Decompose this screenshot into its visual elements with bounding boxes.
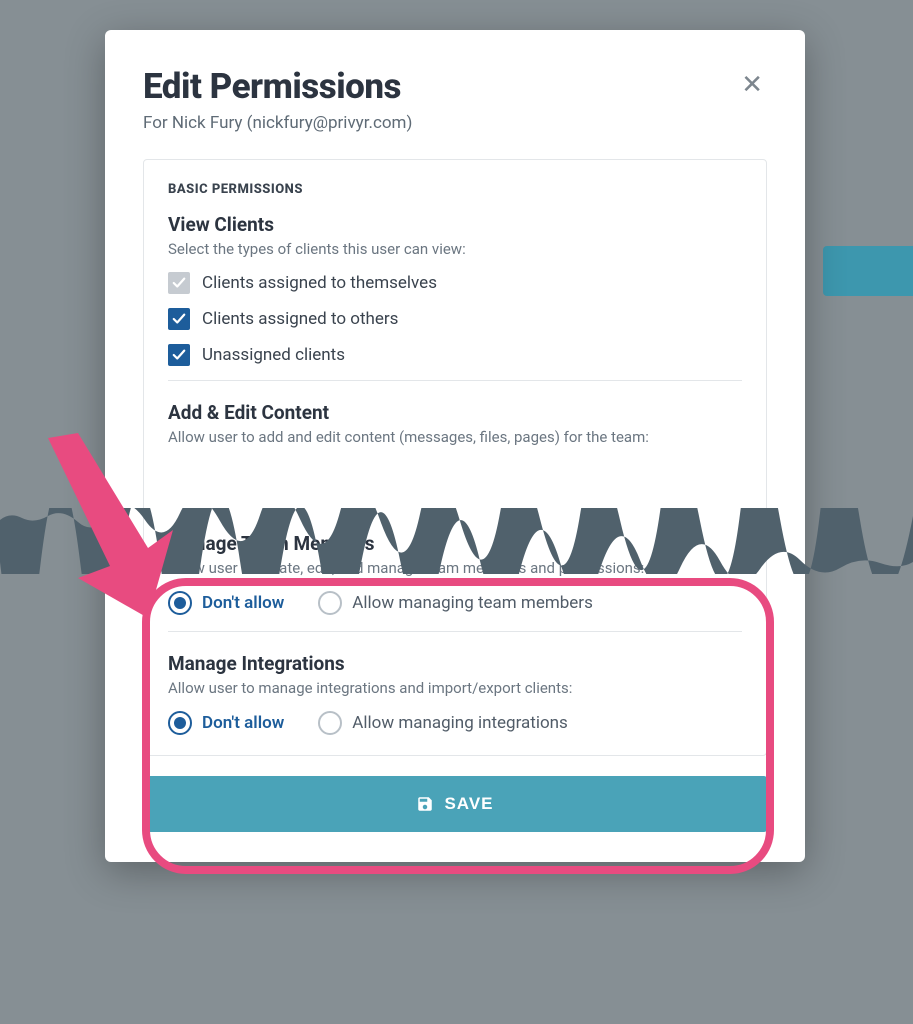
checkbox-label: Clients assigned to others — [202, 309, 398, 329]
permissions-panel: BASIC PERMISSIONS View Clients Select th… — [143, 159, 767, 756]
manage-integrations-title: Manage Integrations — [168, 652, 742, 675]
modal-title: Edit Permissions — [143, 68, 412, 107]
basic-permissions-label: BASIC PERMISSIONS — [168, 182, 742, 197]
radio-icon[interactable] — [318, 591, 342, 615]
radio-team-allow[interactable]: Allow managing team members — [318, 591, 593, 615]
save-button-label: SAVE — [444, 794, 493, 814]
divider — [168, 631, 742, 632]
radio-label: Allow managing team members — [352, 593, 593, 613]
checkbox-icon[interactable] — [168, 344, 190, 366]
add-edit-desc: Allow user to add and edit content (mess… — [168, 428, 742, 446]
checkbox-label: Clients assigned to themselves — [202, 273, 437, 293]
modal-subtitle: For Nick Fury (nickfury@privyr.com) — [143, 113, 412, 133]
checkbox-icon[interactable] — [168, 308, 190, 330]
manage-team-radios: Don't allow Allow managing team members — [168, 591, 742, 615]
radio-icon[interactable] — [318, 711, 342, 735]
background-button-fragment — [823, 246, 913, 296]
radio-integrations-allow[interactable]: Allow managing integrations — [318, 711, 568, 735]
radio-icon[interactable] — [168, 591, 192, 615]
edit-permissions-modal: Edit Permissions For Nick Fury (nickfury… — [105, 30, 805, 862]
radio-icon[interactable] — [168, 711, 192, 735]
manage-integrations-radios: Don't allow Allow managing integrations — [168, 711, 742, 735]
checkbox-clients-self: Clients assigned to themselves — [168, 272, 742, 294]
radio-label: Allow managing integrations — [352, 713, 568, 733]
close-icon[interactable]: ✕ — [737, 68, 767, 102]
modal-header: Edit Permissions For Nick Fury (nickfury… — [143, 68, 767, 133]
save-icon — [416, 795, 434, 813]
radio-integrations-dont-allow[interactable]: Don't allow — [168, 711, 284, 735]
radio-label: Don't allow — [202, 593, 284, 613]
checkbox-icon — [168, 272, 190, 294]
radio-team-dont-allow[interactable]: Don't allow — [168, 591, 284, 615]
radio-label: Don't allow — [202, 713, 284, 733]
view-clients-title: View Clients — [168, 213, 742, 236]
divider — [168, 380, 742, 381]
view-clients-desc: Select the types of clients this user ca… — [168, 240, 742, 258]
checkbox-label: Unassigned clients — [202, 345, 345, 365]
manage-integrations-desc: Allow user to manage integrations and im… — [168, 679, 742, 697]
add-edit-title: Add & Edit Content — [168, 401, 742, 424]
save-button[interactable]: SAVE — [143, 776, 767, 832]
checkbox-clients-unassigned[interactable]: Unassigned clients — [168, 344, 742, 366]
checkbox-clients-others[interactable]: Clients assigned to others — [168, 308, 742, 330]
torn-strip-decoration — [0, 508, 913, 574]
